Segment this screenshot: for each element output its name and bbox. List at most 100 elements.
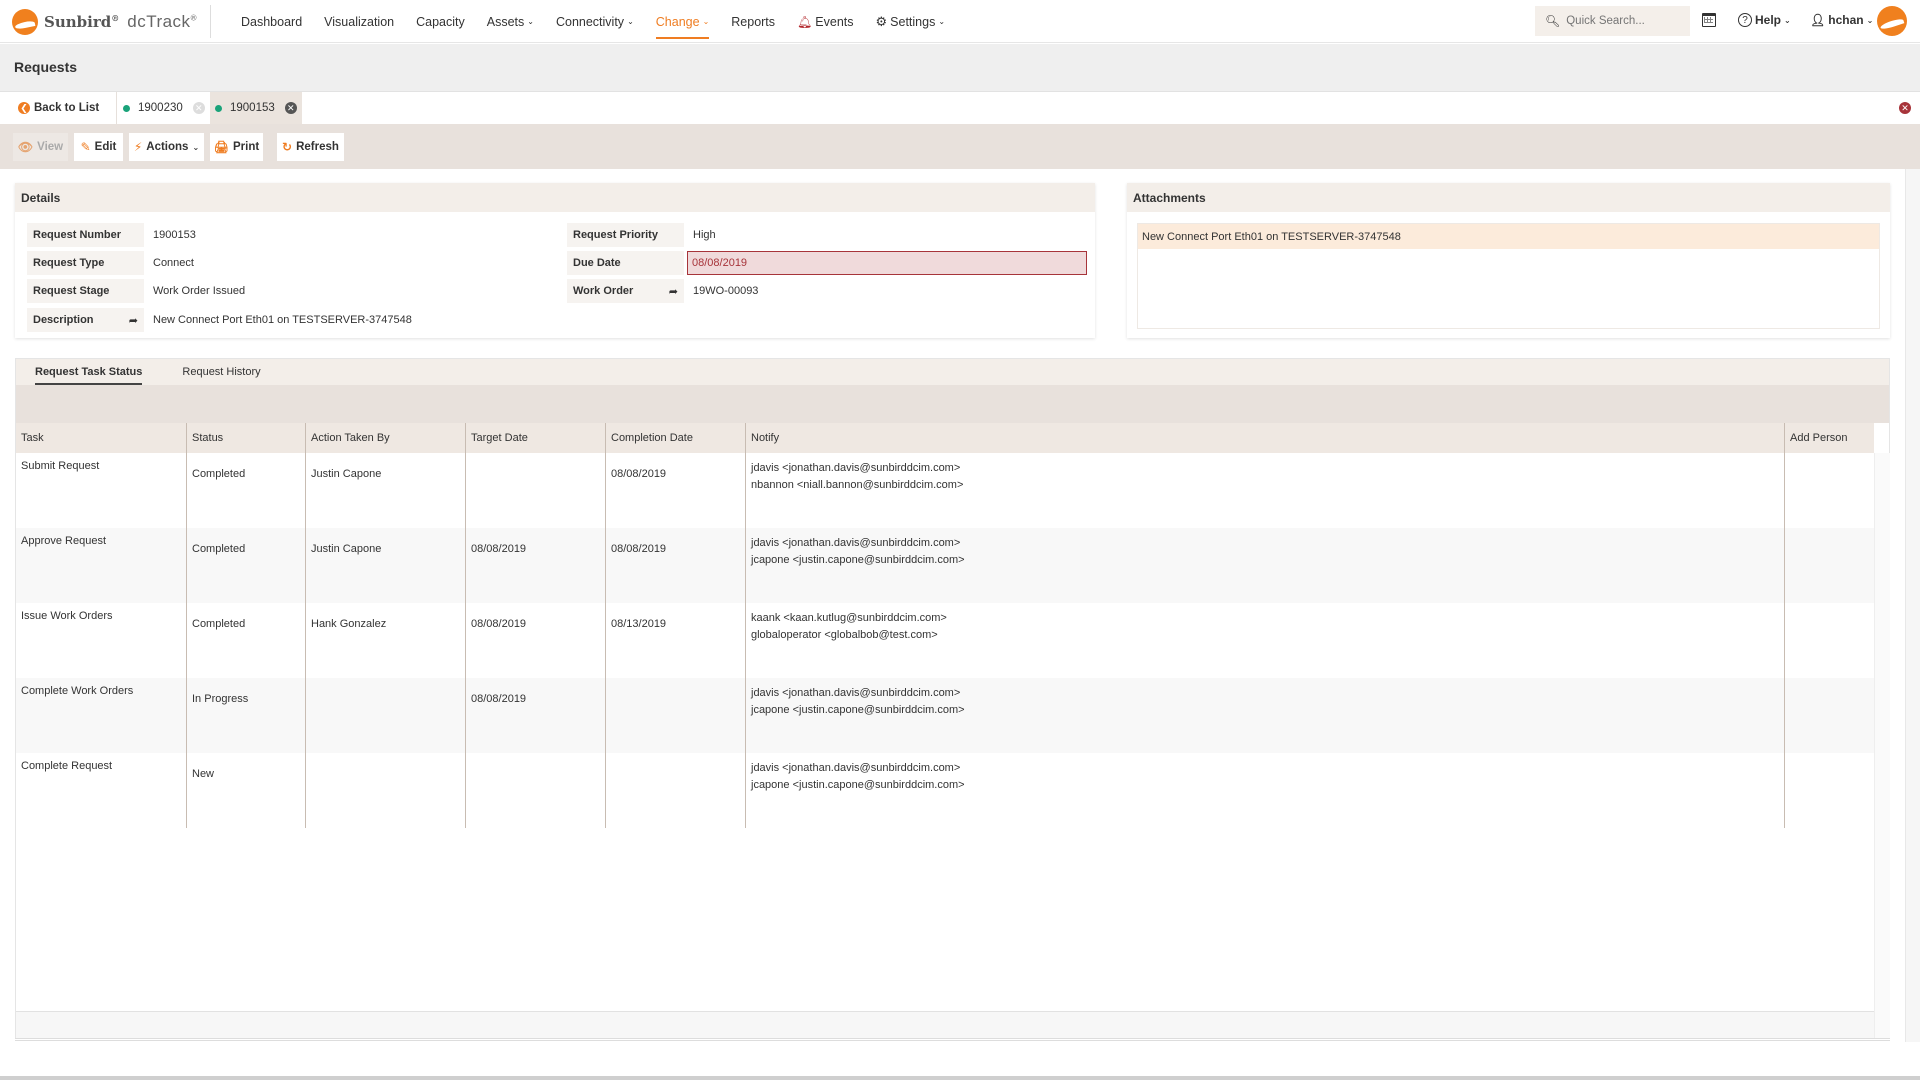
nav-events[interactable]: 🔔︎ Events (786, 0, 864, 43)
printer-icon: 🖨︎ (213, 140, 230, 154)
nav-visualization[interactable]: Visualization (313, 0, 405, 43)
table-vertical-scrollbar[interactable] (1874, 453, 1890, 1038)
chevron-down-icon: ⌄ (702, 17, 710, 26)
cell-action-by (305, 753, 465, 828)
details-header: Details (15, 183, 1095, 212)
cell-completion-date: 08/08/2019 (605, 453, 745, 528)
tab-request-history[interactable]: Request History (182, 359, 260, 385)
table-row[interactable]: Complete Request New jdavis <jonathan.da… (16, 753, 1874, 828)
page-vertical-scrollbar[interactable] (1905, 169, 1920, 1042)
page-title: Requests (14, 59, 78, 75)
nav-change[interactable]: Change ⌄ (645, 0, 721, 43)
nav-dashboard[interactable]: Dashboard (230, 0, 313, 43)
cell-notify: jdavis <jonathan.davis@sunbirddcim.com> … (745, 453, 1784, 528)
table-row[interactable]: Complete Work Orders In Progress 08/08/2… (16, 678, 1874, 753)
notify-entry: jcapone <justin.capone@sunbirddcim.com> (751, 779, 965, 791)
sunbird-brand-icon[interactable] (1877, 6, 1907, 36)
work-order-label: Work Order ➦ (567, 279, 684, 303)
brand-primary: Sunbird® (44, 13, 120, 31)
attachment-item[interactable]: New Connect Port Eth01 on TESTSERVER-374… (1138, 224, 1879, 249)
cell-add-person[interactable] (1784, 453, 1874, 528)
cell-completion-date (605, 753, 745, 828)
status-dot-icon (215, 104, 222, 112)
user-menu[interactable]: 👤︎ hchan ⌄ (1810, 13, 1873, 27)
chevron-down-icon: ⌄ (627, 17, 634, 26)
cell-add-person[interactable] (1784, 603, 1874, 678)
description-label: Description ➦ (27, 308, 144, 332)
cell-action-by (305, 678, 465, 753)
sunbird-logo[interactable]: Sunbird® dcTrack® (12, 9, 197, 35)
actions-button[interactable]: ⚡︎ Actions ⌄ (129, 133, 204, 161)
edit-button[interactable]: ✎ Edit (74, 133, 123, 161)
column-header-target-date[interactable]: Target Date (465, 423, 605, 453)
close-tab-icon[interactable]: ✕ (284, 102, 297, 114)
toolbar: 👁︎ View ✎ Edit ⚡︎ Actions ⌄ 🖨︎ Print ↻ Refresh (0, 124, 1920, 169)
column-header-notify[interactable]: Notify (745, 423, 1784, 453)
nav-assets[interactable]: Assets ⌄ (476, 0, 545, 43)
chevron-down-icon: ⌄ (192, 142, 200, 152)
cell-target-date (465, 753, 605, 828)
notify-entry: nbannon <niall.bannon@sunbirddcim.com> (751, 479, 964, 491)
help-menu[interactable]: ? Help ⌄ (1738, 13, 1791, 27)
cell-action-by: Justin Capone (305, 528, 465, 603)
column-header-completion-date[interactable]: Completion Date (605, 423, 745, 453)
cell-target-date: 08/08/2019 (465, 528, 605, 603)
cell-status: Completed (186, 528, 305, 603)
share-icon[interactable]: ➦ (669, 285, 678, 298)
cell-task: Issue Work Orders (21, 610, 113, 622)
print-button[interactable]: 🖨︎ Print (210, 133, 263, 161)
bell-icon: 🔔︎ (797, 14, 813, 29)
request-stage-label: Request Stage (27, 279, 144, 303)
chevron-down-icon: ⌄ (1866, 15, 1874, 25)
record-tab-active[interactable]: 1900153 ✕ (210, 92, 302, 124)
nav-connectivity[interactable]: Connectivity ⌄ (545, 0, 645, 43)
request-number-value: 1900153 (153, 229, 196, 241)
notify-entry: jdavis <jonathan.davis@sunbirddcim.com> (751, 762, 961, 774)
nav-capacity[interactable]: Capacity (405, 0, 476, 43)
status-dot-icon (123, 104, 130, 112)
cell-notify: kaank <kaan.kutlug@sunbirddcim.com> glob… (745, 603, 1784, 678)
priority-label: Request Priority (567, 223, 684, 247)
close-tab-icon[interactable]: ✕ (192, 102, 205, 114)
cell-completion-date: 08/08/2019 (605, 528, 745, 603)
tab-request-task-status[interactable]: Request Task Status (35, 359, 143, 385)
cell-add-person[interactable] (1784, 753, 1874, 828)
nav-settings[interactable]: ⚙ Settings ⌄ (865, 0, 957, 43)
table-row[interactable]: Approve Request Completed Justin Capone … (16, 528, 1874, 603)
column-header-action-taken-by[interactable]: Action Taken By (305, 423, 465, 453)
close-all-tabs-icon[interactable]: ✕ (1899, 102, 1911, 114)
top-navbar: Sunbird® dcTrack® Dashboard Visualizatio… (0, 0, 1920, 43)
cell-task: Submit Request (21, 460, 100, 472)
priority-field: Request Priority High (567, 223, 716, 247)
page-header: Requests (0, 44, 1920, 92)
cell-status: New (186, 753, 305, 828)
work-order-value[interactable]: 19WO-00093 (684, 285, 758, 297)
back-to-list-button[interactable]: ❮ Back to List (0, 92, 117, 124)
share-icon[interactable]: ➦ (129, 314, 138, 327)
column-header-add-person[interactable]: Add Person (1784, 423, 1874, 453)
cell-completion-date: 08/13/2019 (605, 603, 745, 678)
table-row[interactable]: Submit Request Completed Justin Capone 0… (16, 453, 1874, 528)
refresh-button[interactable]: ↻ Refresh (277, 133, 344, 161)
column-header-status[interactable]: Status (186, 423, 305, 453)
notify-entry: globaloperator <globalbob@test.com> (751, 629, 938, 641)
task-table: Task Status Action Taken By Target Date … (16, 423, 1874, 828)
request-content: Details Request Number 1900153 Request T… (0, 169, 1905, 1042)
cell-add-person[interactable] (1784, 528, 1874, 603)
quick-search-input[interactable] (1566, 15, 1687, 27)
record-tab[interactable]: 1900230 ✕ (118, 92, 209, 124)
cell-target-date: 08/08/2019 (465, 678, 605, 753)
quick-search[interactable]: 🔍︎ (1535, 6, 1690, 36)
due-date-label: Due Date (567, 251, 684, 275)
main-menu: Dashboard Visualization Capacity Assets ⌄… (230, 0, 956, 43)
sunbird-logo-icon (12, 9, 38, 35)
task-status-section: Request Task Status Request History Task… (15, 358, 1890, 1038)
table-horizontal-scrollbar[interactable] (16, 1011, 1874, 1038)
cell-add-person[interactable] (1784, 678, 1874, 753)
request-stage-value: Work Order Issued (153, 285, 246, 297)
view-button[interactable]: 👁︎ View (13, 133, 68, 161)
calendar-icon[interactable] (1702, 13, 1716, 27)
nav-reports[interactable]: Reports (720, 0, 786, 43)
column-header-task[interactable]: Task (16, 423, 186, 453)
table-row[interactable]: Issue Work Orders Completed Hank Gonzale… (16, 603, 1874, 678)
